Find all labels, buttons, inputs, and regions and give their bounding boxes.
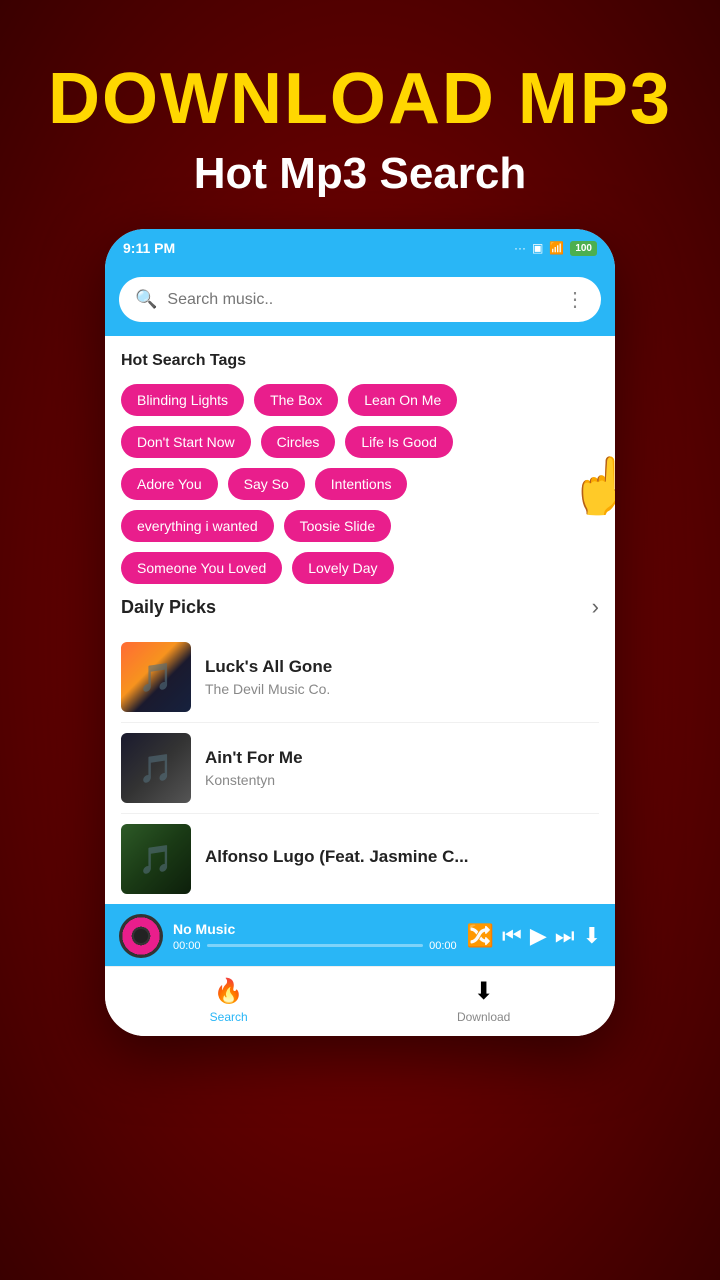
song-info-3: Alfonso Lugo (Feat. Jasmine C... [205, 847, 599, 871]
next-icon[interactable]: ⏭ [555, 923, 575, 949]
song-item-2[interactable]: 🎵 Ain't For Me Konstentyn [121, 723, 599, 814]
prev-icon[interactable]: ⏮ [502, 923, 522, 949]
player-song-name: No Music [173, 921, 457, 937]
song-thumb-1: 🎵 [121, 642, 191, 712]
play-icon[interactable]: ▶ [530, 923, 547, 949]
tag-say-so[interactable]: Say So [228, 468, 305, 500]
song-item-1[interactable]: 🎵 Luck's All Gone The Devil Music Co. [121, 632, 599, 723]
download-icon[interactable]: ⬇ [583, 923, 601, 949]
nav-search[interactable]: 🔥 Search [210, 977, 248, 1024]
tag-lean-on-me[interactable]: Lean On Me [348, 384, 457, 416]
player-info: No Music 00:00 00:00 [173, 921, 457, 952]
more-options-icon[interactable]: ⋮ [565, 287, 585, 312]
player-disc-icon [119, 914, 163, 958]
nav-search-label: Search [210, 1010, 248, 1024]
nav-download[interactable]: ⬇ Download [457, 977, 510, 1024]
tag-everything-i-wanted[interactable]: everything i wanted [121, 510, 274, 542]
tag-toosie-slide[interactable]: Toosie Slide [284, 510, 392, 542]
cursor-hand-icon: 👆 [569, 453, 615, 519]
tag-blinding-lights[interactable]: Blinding Lights [121, 384, 244, 416]
song-title-2: Ain't For Me [205, 748, 599, 768]
bottom-player: No Music 00:00 00:00 🔀 ⏮ ▶ ⏭ ⬇ [105, 904, 615, 966]
player-disc-inner [134, 929, 148, 943]
tag-row-5: Someone You Loved Lovely Day [121, 552, 599, 584]
battery-icon: 100 [570, 241, 597, 256]
player-time-start: 00:00 [173, 940, 201, 952]
nav-search-icon: 🔥 [214, 977, 244, 1006]
tag-circles[interactable]: Circles [261, 426, 336, 458]
search-input[interactable] [167, 291, 555, 309]
daily-picks-title: Daily Picks [121, 597, 216, 618]
daily-picks-header: Daily Picks › [121, 594, 599, 620]
song-info-1: Luck's All Gone The Devil Music Co. [205, 657, 599, 697]
bottom-nav: 🔥 Search ⬇ Download [105, 966, 615, 1036]
search-bar-container[interactable]: 🔍 ⋮ [119, 277, 601, 322]
tag-adore-you[interactable]: Adore You [121, 468, 218, 500]
player-progress-bar[interactable] [207, 944, 424, 947]
hot-search-title: Hot Search Tags [121, 352, 599, 370]
song-title-3: Alfonso Lugo (Feat. Jasmine C... [205, 847, 599, 867]
status-bar: 9:11 PM ··· ▣ 📶 100 [105, 229, 615, 267]
search-icon: 🔍 [135, 289, 157, 310]
song-artist-2: Konstentyn [205, 772, 599, 788]
tag-the-box[interactable]: The Box [254, 384, 338, 416]
song-title-1: Luck's All Gone [205, 657, 599, 677]
status-icons: ··· ▣ 📶 100 [514, 241, 597, 256]
tag-row-3: Adore You Say So Intentions 👆 [121, 468, 599, 500]
song-thumb-3: 🎵 [121, 824, 191, 894]
player-time-bar: 00:00 00:00 [173, 940, 457, 952]
tag-row-1: Blinding Lights The Box Lean On Me [121, 384, 599, 416]
nav-download-label: Download [457, 1010, 510, 1024]
tag-row-4: everything i wanted Toosie Slide [121, 510, 599, 542]
shuffle-icon[interactable]: 🔀 [467, 923, 494, 949]
screen-icon: ▣ [532, 241, 543, 255]
tag-dont-start-now[interactable]: Don't Start Now [121, 426, 251, 458]
see-more-arrow-icon[interactable]: › [592, 594, 599, 620]
status-time: 9:11 PM [123, 240, 175, 256]
song-thumb-2: 🎵 [121, 733, 191, 803]
song-info-2: Ain't For Me Konstentyn [205, 748, 599, 788]
app-title: DOWNLOAD MP3 [48, 60, 672, 139]
tag-someone-you-loved[interactable]: Someone You Loved [121, 552, 282, 584]
player-controls: 🔀 ⏮ ▶ ⏭ ⬇ [467, 923, 601, 949]
tag-intentions[interactable]: Intentions [315, 468, 408, 500]
tag-life-is-good[interactable]: Life Is Good [345, 426, 453, 458]
song-item-3[interactable]: 🎵 Alfonso Lugo (Feat. Jasmine C... [121, 814, 599, 904]
app-content: Hot Search Tags Blinding Lights The Box … [105, 336, 615, 904]
wifi-icon: 📶 [549, 241, 564, 255]
app-subtitle: Hot Mp3 Search [194, 149, 527, 199]
player-time-end: 00:00 [429, 940, 457, 952]
tag-lovely-day[interactable]: Lovely Day [292, 552, 393, 584]
dots-icon: ··· [514, 241, 526, 255]
tag-row-2: Don't Start Now Circles Life Is Good [121, 426, 599, 458]
phone-mockup: 9:11 PM ··· ▣ 📶 100 🔍 ⋮ Hot Search Tags … [105, 229, 615, 1036]
search-area: 🔍 ⋮ [105, 267, 615, 336]
nav-download-icon: ⬇ [474, 977, 494, 1006]
song-artist-1: The Devil Music Co. [205, 681, 599, 697]
